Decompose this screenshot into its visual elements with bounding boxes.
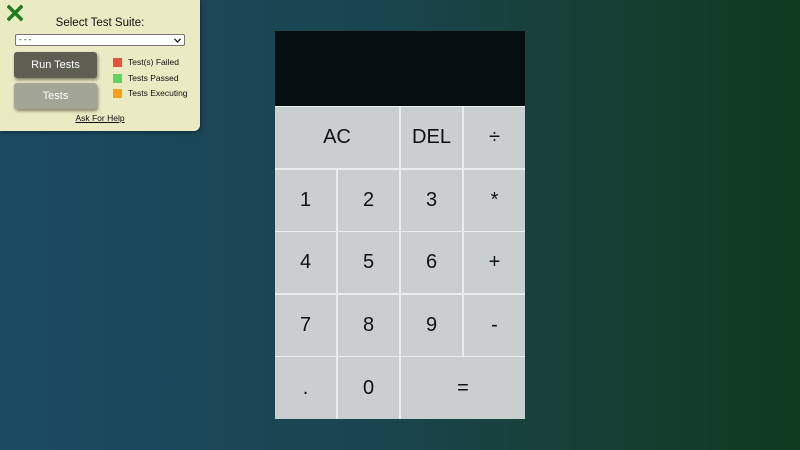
delete-button[interactable]: DEL <box>401 107 462 168</box>
add-button[interactable]: + <box>464 232 525 293</box>
digit-4-button[interactable]: 4 <box>275 232 336 293</box>
digit-6-button[interactable]: 6 <box>401 232 462 293</box>
passed-swatch-icon <box>113 73 122 83</box>
divide-button[interactable]: ÷ <box>464 107 525 168</box>
failed-swatch-icon <box>113 57 122 67</box>
legend-executing-label: Tests Executing <box>128 88 188 98</box>
subtract-button[interactable]: - <box>464 295 525 356</box>
legend-failed: Test(s) Failed <box>113 57 179 67</box>
legend-failed-label: Test(s) Failed <box>128 57 180 67</box>
executing-swatch-icon <box>113 88 122 98</box>
clear-button[interactable]: AC <box>275 107 399 168</box>
digit-3-button[interactable]: 3 <box>401 170 462 231</box>
test-suite-select[interactable]: - - - <box>15 34 185 46</box>
test-suite-select-value: - - - <box>19 35 32 44</box>
tests-button[interactable]: Tests <box>14 83 97 109</box>
run-tests-button[interactable]: Run Tests <box>14 52 97 78</box>
legend-executing: Tests Executing <box>113 88 188 98</box>
digit-0-button[interactable]: 0 <box>338 357 399 419</box>
calculator: AC DEL ÷ 1 2 3 * 4 5 6 + 7 8 9 - . 0 = <box>275 31 525 419</box>
digit-5-button[interactable]: 5 <box>338 232 399 293</box>
digit-8-button[interactable]: 8 <box>338 295 399 356</box>
decimal-button[interactable]: . <box>275 357 336 419</box>
digit-9-button[interactable]: 9 <box>401 295 462 356</box>
ask-for-help-link[interactable]: Ask For Help <box>0 113 200 123</box>
multiply-button[interactable]: * <box>464 170 525 231</box>
legend-passed-label: Tests Passed <box>128 73 179 83</box>
chevron-down-icon <box>173 36 181 44</box>
legend-passed: Tests Passed <box>113 73 179 83</box>
select-test-suite-label: Select Test Suite: <box>55 17 145 29</box>
equals-button[interactable]: = <box>401 357 525 419</box>
test-suite-panel: Select Test Suite: - - - Run Tests Tests… <box>0 0 200 131</box>
calculator-display <box>275 31 525 106</box>
digit-2-button[interactable]: 2 <box>338 170 399 231</box>
digit-1-button[interactable]: 1 <box>275 170 336 231</box>
digit-7-button[interactable]: 7 <box>275 295 336 356</box>
